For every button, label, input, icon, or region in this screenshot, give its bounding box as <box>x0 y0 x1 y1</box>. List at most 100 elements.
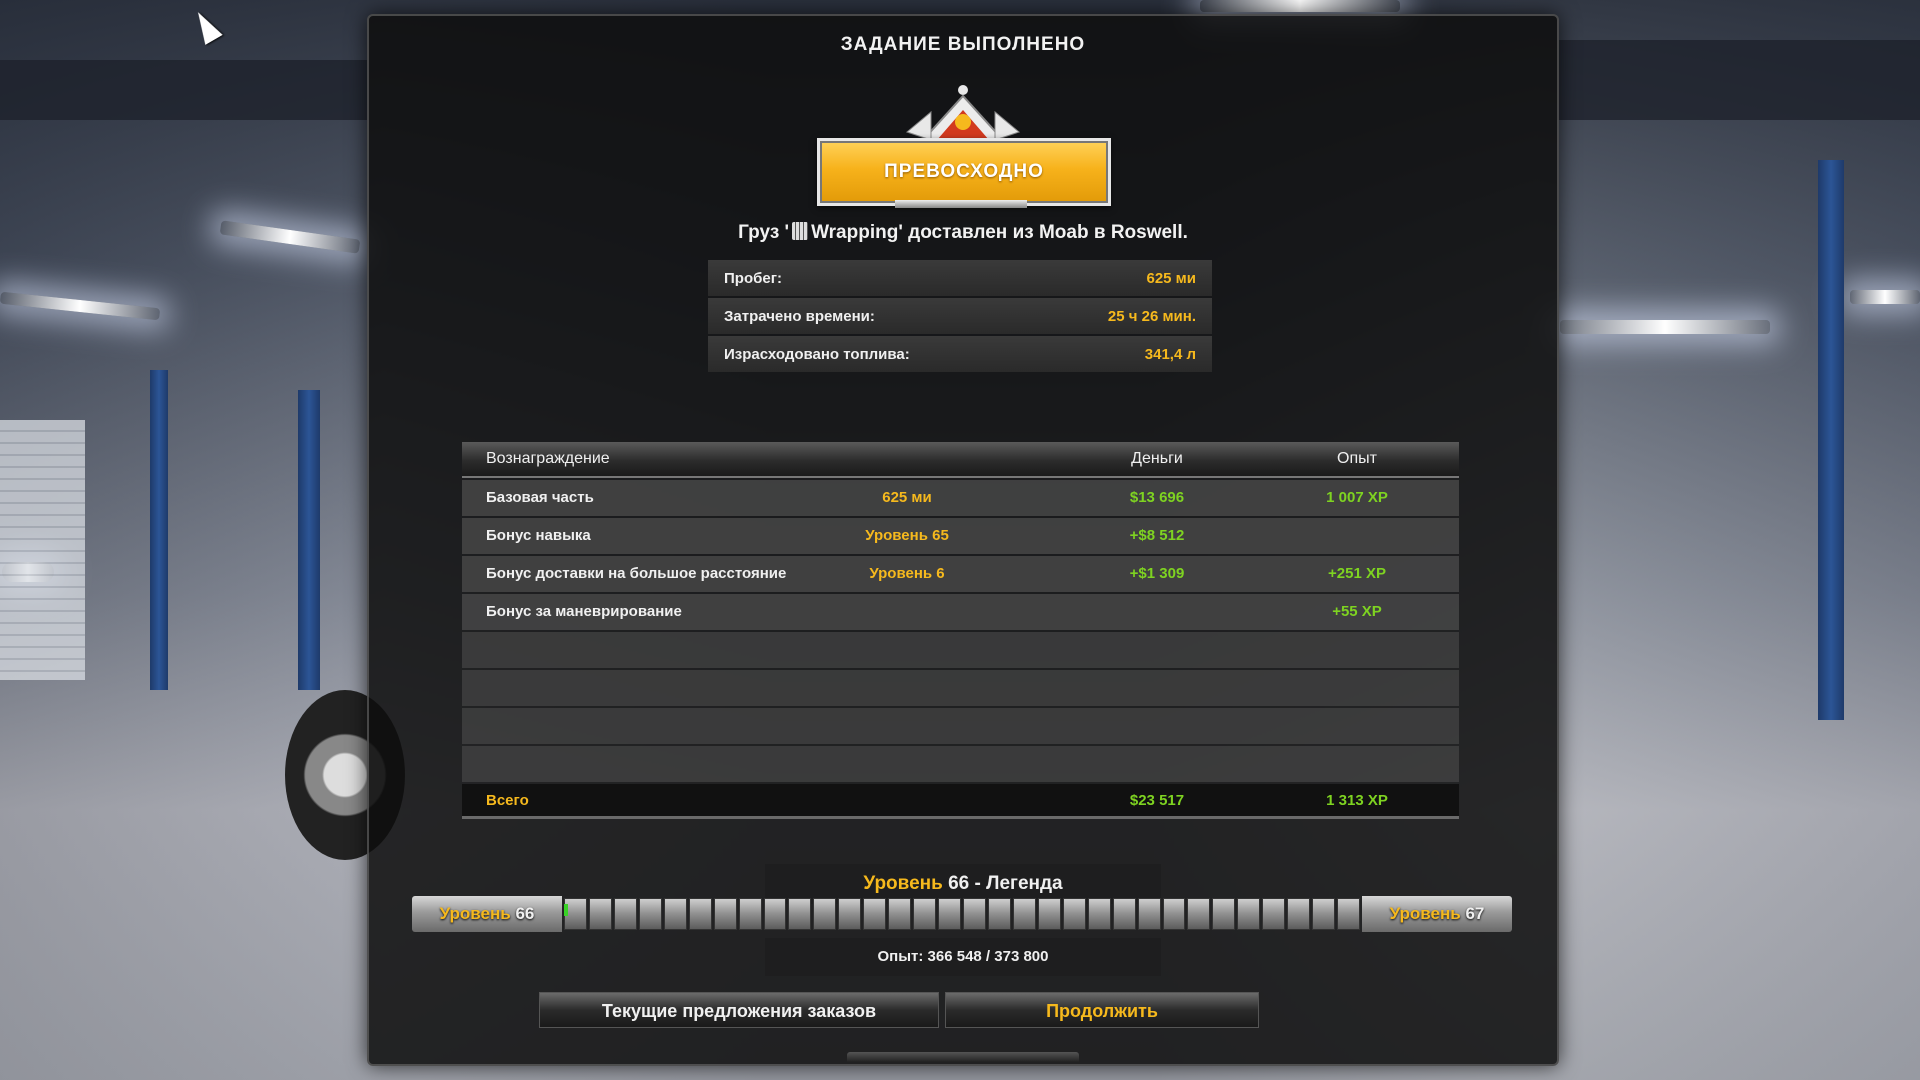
reward-name: Базовая часть <box>486 489 594 506</box>
progress-segment <box>1112 898 1136 930</box>
rewards-total-row: Всего $23 517 1 313 XP <box>462 784 1459 819</box>
cargo-summary: Груз ' Wrapping' доставлен из Moab в Rosw… <box>369 222 1557 244</box>
progress-segment <box>763 898 787 930</box>
level-current: 66 <box>515 904 535 923</box>
reward-name: Бонус доставки на большое расстояние <box>486 565 787 582</box>
progress-segment <box>1262 898 1286 930</box>
progress-segment <box>1212 898 1236 930</box>
total-label: Всего <box>486 792 529 809</box>
table-row: Бонус за маневрирование +55 XP <box>462 594 1459 630</box>
reward-money: $13 696 <box>1129 489 1185 506</box>
progress-segment <box>963 898 986 930</box>
stat-value: 25 ч 26 мин. <box>1107 307 1196 325</box>
mouse-cursor-icon <box>189 7 223 45</box>
progress-segment <box>1312 898 1336 930</box>
reward-name: Бонус за маневрирование <box>486 603 682 620</box>
progress-segment <box>863 898 887 930</box>
ceiling-light <box>1850 290 1920 304</box>
rewards-header: Вознаграждение Деньги Опыт <box>462 442 1459 478</box>
progress-next-level: Уровень 67 <box>1362 896 1512 932</box>
progress-segment <box>838 898 862 930</box>
reward-xp: +55 XP <box>1332 603 1382 620</box>
cargo-suffix: ' доставлен из Moab в Roswell. <box>898 222 1188 243</box>
progress-segment <box>638 898 662 930</box>
bottom-tab <box>847 1052 1079 1062</box>
total-money: $23 517 <box>1129 792 1185 809</box>
progress-segment <box>938 898 961 930</box>
delivery-complete-panel: ЗАДАНИЕ ВЫПОЛНЕНО ПРЕВОСХОДНО Груз ' Wrap… <box>367 14 1559 1066</box>
stat-label: Израсходовано топлива: <box>724 345 910 363</box>
rewards-table: Вознаграждение Деньги Опыт Базовая часть… <box>462 442 1459 819</box>
level-word: Уровень <box>863 873 943 894</box>
progress-segment <box>1287 898 1311 930</box>
progress-track <box>564 898 1360 930</box>
continue-button[interactable]: Продолжить <box>945 992 1259 1028</box>
level-word: Уровень <box>1389 904 1461 923</box>
progress-segment <box>913 898 937 930</box>
table-row: Бонус навыка Уровень 65 +$8 512 <box>462 518 1459 554</box>
reward-xp: +251 XP <box>1328 565 1386 582</box>
reward-money: +$1 309 <box>1129 565 1185 582</box>
crest-icon <box>905 85 1021 141</box>
total-xp: 1 313 XP <box>1326 792 1388 809</box>
cargo-prefix: Груз ' <box>738 222 790 243</box>
reward-money: +$8 512 <box>1129 527 1185 544</box>
ceiling-beam <box>0 60 367 120</box>
level-rank: - Легенда <box>969 873 1063 894</box>
xp-counter: Опыт: 366 548 / 373 800 <box>765 938 1161 976</box>
trip-stats: Пробег: 625 ми Затрачено времени: 25 ч 2… <box>708 260 1212 374</box>
progress-segment <box>1137 898 1161 930</box>
table-row-empty <box>462 632 1459 668</box>
rating-badge: ПРЕВОСХОДНО <box>817 82 1111 208</box>
table-row-empty <box>462 708 1459 744</box>
stat-value: 625 ми <box>1146 269 1196 287</box>
ceiling-beam <box>1557 40 1920 120</box>
progress-fill <box>564 904 568 916</box>
reward-name: Бонус навыка <box>486 527 591 544</box>
table-row: Базовая часть 625 ми $13 696 1 007 XP <box>462 480 1459 516</box>
progress-segment <box>1337 898 1360 930</box>
ceiling-light <box>219 220 361 254</box>
header-reward: Вознаграждение <box>486 450 610 467</box>
progress-segment <box>788 898 812 930</box>
stat-value: 341,4 л <box>1144 345 1196 363</box>
level-progress-bar: Уровень 66 Уровень 67 <box>412 896 1512 932</box>
level-next: 67 <box>1465 904 1485 923</box>
reward-qty: Уровень 65 <box>865 527 949 544</box>
stat-label: Затрачено времени: <box>724 307 875 325</box>
progress-segment <box>1237 898 1261 930</box>
progress-segment <box>688 898 712 930</box>
ceiling-light <box>0 291 161 321</box>
level-current: 66 <box>948 873 970 894</box>
garage-door <box>0 420 85 680</box>
cargo-name: Wrapping <box>811 222 899 243</box>
pillar <box>1818 160 1844 720</box>
ceiling-light <box>1200 0 1400 12</box>
job-offers-button[interactable]: Текущие предложения заказов <box>539 992 939 1028</box>
progress-segment <box>1187 898 1211 930</box>
progress-segment <box>1087 898 1111 930</box>
reward-qty: 625 ми <box>882 489 932 506</box>
cargo-icon <box>792 222 809 240</box>
progress-segment <box>987 898 1011 930</box>
rating-label: ПРЕВОСХОДНО <box>817 138 1111 206</box>
progress-segment <box>1012 898 1036 930</box>
table-row-empty <box>462 670 1459 706</box>
progress-segment <box>1162 898 1186 930</box>
reward-qty: Уровень 6 <box>869 565 945 582</box>
table-row-empty <box>462 746 1459 782</box>
progress-segment <box>738 898 762 930</box>
progress-segment <box>663 898 687 930</box>
ceiling-light <box>1560 320 1770 334</box>
stat-row-distance: Пробег: 625 ми <box>708 260 1212 296</box>
header-xp: Опыт <box>1337 450 1377 467</box>
progress-segment <box>888 898 912 930</box>
stat-label: Пробег: <box>724 269 782 287</box>
pillar <box>150 370 168 690</box>
progress-segment <box>813 898 837 930</box>
stat-row-time: Затрачено времени: 25 ч 26 мин. <box>708 298 1212 334</box>
panel-title: ЗАДАНИЕ ВЫПОЛНЕНО <box>840 34 1086 55</box>
progress-segment <box>588 898 612 930</box>
pillar <box>298 390 320 690</box>
progress-segment <box>713 898 737 930</box>
